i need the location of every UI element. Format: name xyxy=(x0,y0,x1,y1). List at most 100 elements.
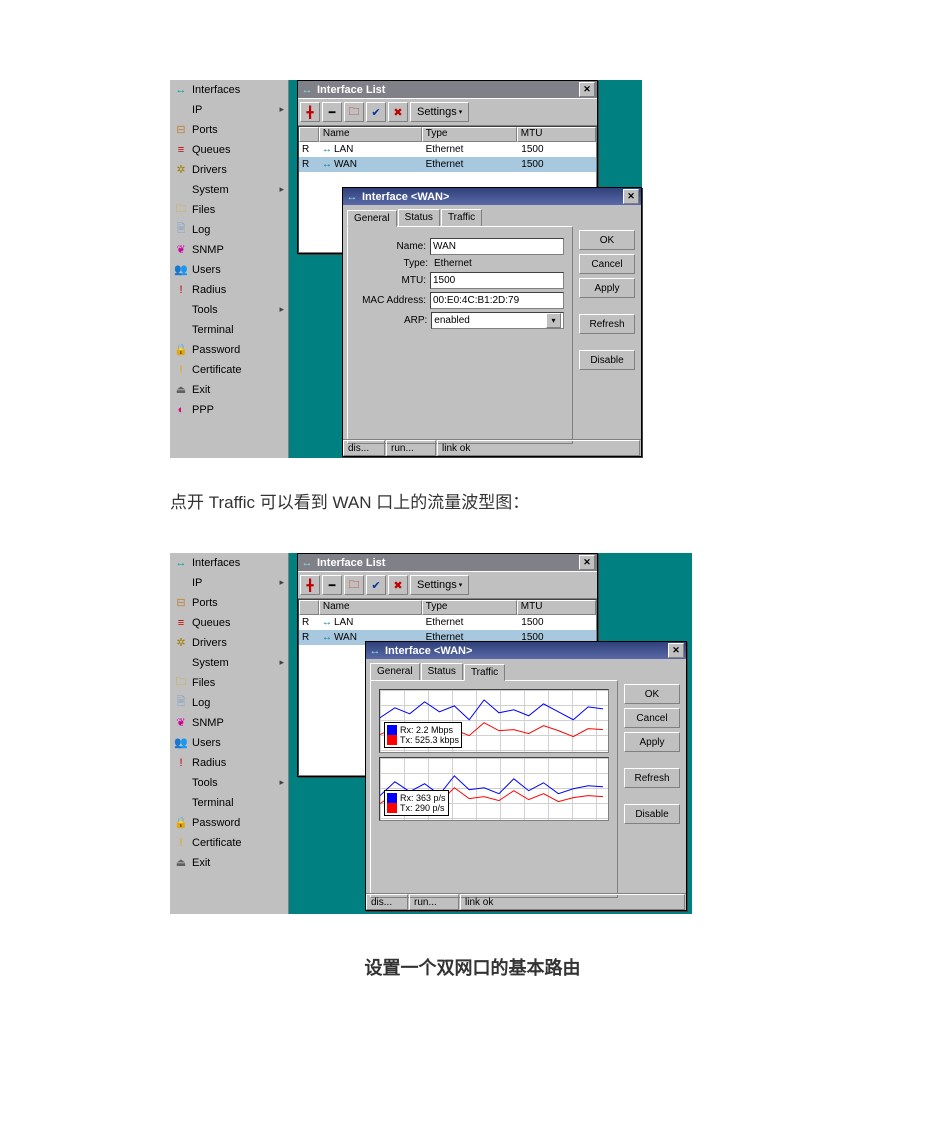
refresh-button[interactable]: Refresh xyxy=(624,768,680,788)
disable-interface-button[interactable]: Disable xyxy=(624,804,680,824)
add-button[interactable]: ╋ xyxy=(300,575,320,595)
interface-list-titlebar[interactable]: ↔ Interface List ✕ xyxy=(298,554,597,571)
close-icon[interactable]: ✕ xyxy=(623,189,639,204)
comment-button[interactable]: 🗀 xyxy=(344,102,364,122)
arp-select[interactable]: enabled ▾ xyxy=(431,312,564,329)
sidebar-item-log[interactable]: 🗎Log xyxy=(170,220,288,240)
sidebar-item-files[interactable]: 🗀Files xyxy=(170,673,288,693)
mtu-input[interactable] xyxy=(430,272,564,289)
sidebar-item-ports[interactable]: ⊟Ports xyxy=(170,593,288,613)
cancel-button[interactable]: Cancel xyxy=(579,254,635,274)
enable-button[interactable]: ✔ xyxy=(366,575,386,595)
sidebar-item-drivers[interactable]: ✲Drivers xyxy=(170,160,288,180)
sidebar-item-certificate[interactable]: !Certificate xyxy=(170,833,288,853)
menu-icon xyxy=(174,576,188,590)
settings-button[interactable]: Settings▾ xyxy=(410,102,469,122)
close-icon[interactable]: ✕ xyxy=(579,555,595,570)
sidebar-item-users[interactable]: 👥Users xyxy=(170,260,288,280)
col-type[interactable]: Type xyxy=(422,600,517,615)
disable-interface-button[interactable]: Disable xyxy=(579,350,635,370)
disable-button[interactable]: ✖ xyxy=(388,102,408,122)
sidebar-item-queues[interactable]: ≡Queues xyxy=(170,613,288,633)
throughput-legend: Rx: 2.2 Mbps Tx: 525.3 kbps xyxy=(384,722,462,748)
sidebar-item-password[interactable]: 🔒Password xyxy=(170,340,288,360)
sidebar-item-ip[interactable]: IP▸ xyxy=(170,573,288,593)
sidebar-item-snmp[interactable]: ❦SNMP xyxy=(170,240,288,260)
section-heading: 设置一个双网口的基本路由 xyxy=(0,954,945,980)
col-name[interactable]: Name xyxy=(319,600,422,615)
sidebar-item-system[interactable]: System▸ xyxy=(170,653,288,673)
comment-button[interactable]: 🗀 xyxy=(344,575,364,595)
sidebar-item-queues[interactable]: ≡Queues xyxy=(170,140,288,160)
remove-button[interactable]: ━ xyxy=(322,102,342,122)
sidebar-item-tools[interactable]: Tools▸ xyxy=(170,773,288,793)
ok-button[interactable]: OK xyxy=(579,230,635,250)
sidebar-item-interfaces[interactable]: ↔Interfaces xyxy=(170,553,288,573)
menu-icon: ⊟ xyxy=(174,596,188,610)
type-value: Ethernet xyxy=(432,258,472,269)
interface-wan-titlebar[interactable]: ↔ Interface <WAN> ✕ xyxy=(343,188,641,205)
sidebar-item-label: Queues xyxy=(192,144,284,156)
field-mtu: MTU: xyxy=(356,272,564,289)
cancel-button[interactable]: Cancel xyxy=(624,708,680,728)
sidebar-item-radius[interactable]: !Radius xyxy=(170,280,288,300)
settings-button[interactable]: Settings▾ xyxy=(410,575,469,595)
sidebar-item-ports[interactable]: ⊟Ports xyxy=(170,120,288,140)
sidebar-item-ip[interactable]: IP▸ xyxy=(170,100,288,120)
mtu-label: MTU: xyxy=(356,275,426,286)
sidebar-item-label: Exit xyxy=(192,384,284,396)
sidebar-item-files[interactable]: 🗀Files xyxy=(170,200,288,220)
sidebar-item-interfaces[interactable]: ↔Interfaces xyxy=(170,80,288,100)
tab-status[interactable]: Status xyxy=(398,209,440,226)
apply-button[interactable]: Apply xyxy=(579,278,635,298)
close-icon[interactable]: ✕ xyxy=(668,643,684,658)
mac-input[interactable] xyxy=(430,292,564,309)
remove-button[interactable]: ━ xyxy=(322,575,342,595)
main-menu-sidebar: ↔InterfacesIP▸⊟Ports≡Queues✲DriversSyste… xyxy=(170,80,289,458)
close-icon[interactable]: ✕ xyxy=(579,82,595,97)
col-flag[interactable] xyxy=(299,600,319,615)
sidebar-item-certificate[interactable]: !Certificate xyxy=(170,360,288,380)
tab-general[interactable]: General xyxy=(347,210,397,227)
sidebar-item-ppp[interactable]: ◐PPP xyxy=(170,400,288,420)
ok-button[interactable]: OK xyxy=(624,684,680,704)
sidebar-item-exit[interactable]: ⏏Exit xyxy=(170,853,288,873)
sidebar-item-snmp[interactable]: ❦SNMP xyxy=(170,713,288,733)
sidebar-item-radius[interactable]: !Radius xyxy=(170,753,288,773)
sidebar-item-system[interactable]: System▸ xyxy=(170,180,288,200)
col-type[interactable]: Type xyxy=(422,127,517,142)
col-mtu[interactable]: MTU xyxy=(517,600,596,615)
interfaces-icon: ↔ xyxy=(300,556,314,570)
sidebar-item-label: Users xyxy=(192,264,284,276)
col-name[interactable]: Name xyxy=(319,127,422,142)
table-row[interactable]: R↔LANEthernet1500 xyxy=(299,615,596,630)
sidebar-item-drivers[interactable]: ✲Drivers xyxy=(170,633,288,653)
menu-icon: 🗎 xyxy=(174,223,188,237)
tab-general[interactable]: General xyxy=(370,663,420,680)
sidebar-item-users[interactable]: 👥Users xyxy=(170,733,288,753)
tab-traffic[interactable]: Traffic xyxy=(464,664,505,681)
table-row[interactable]: R↔WANEthernet1500 xyxy=(299,157,596,172)
refresh-button[interactable]: Refresh xyxy=(579,314,635,334)
disable-button[interactable]: ✖ xyxy=(388,575,408,595)
sidebar-item-terminal[interactable]: Terminal xyxy=(170,793,288,813)
table-row[interactable]: R↔LANEthernet1500 xyxy=(299,142,596,157)
sidebar-item-exit[interactable]: ⏏Exit xyxy=(170,380,288,400)
enable-button[interactable]: ✔ xyxy=(366,102,386,122)
sidebar-item-label: Password xyxy=(192,344,284,356)
tab-status[interactable]: Status xyxy=(421,663,463,680)
apply-button[interactable]: Apply xyxy=(624,732,680,752)
chevron-right-icon: ▸ xyxy=(279,577,284,588)
sidebar-item-password[interactable]: 🔒Password xyxy=(170,813,288,833)
add-button[interactable]: ╋ xyxy=(300,102,320,122)
sidebar-item-label: SNMP xyxy=(192,244,284,256)
tab-traffic[interactable]: Traffic xyxy=(441,209,482,226)
sidebar-item-log[interactable]: 🗎Log xyxy=(170,693,288,713)
name-input[interactable] xyxy=(430,238,564,255)
col-flag[interactable] xyxy=(299,127,319,142)
col-mtu[interactable]: MTU xyxy=(517,127,596,142)
sidebar-item-terminal[interactable]: Terminal xyxy=(170,320,288,340)
interface-wan-titlebar[interactable]: ↔ Interface <WAN> ✕ xyxy=(366,642,686,659)
interface-list-titlebar[interactable]: ↔ Interface List ✕ xyxy=(298,81,597,98)
sidebar-item-tools[interactable]: Tools▸ xyxy=(170,300,288,320)
